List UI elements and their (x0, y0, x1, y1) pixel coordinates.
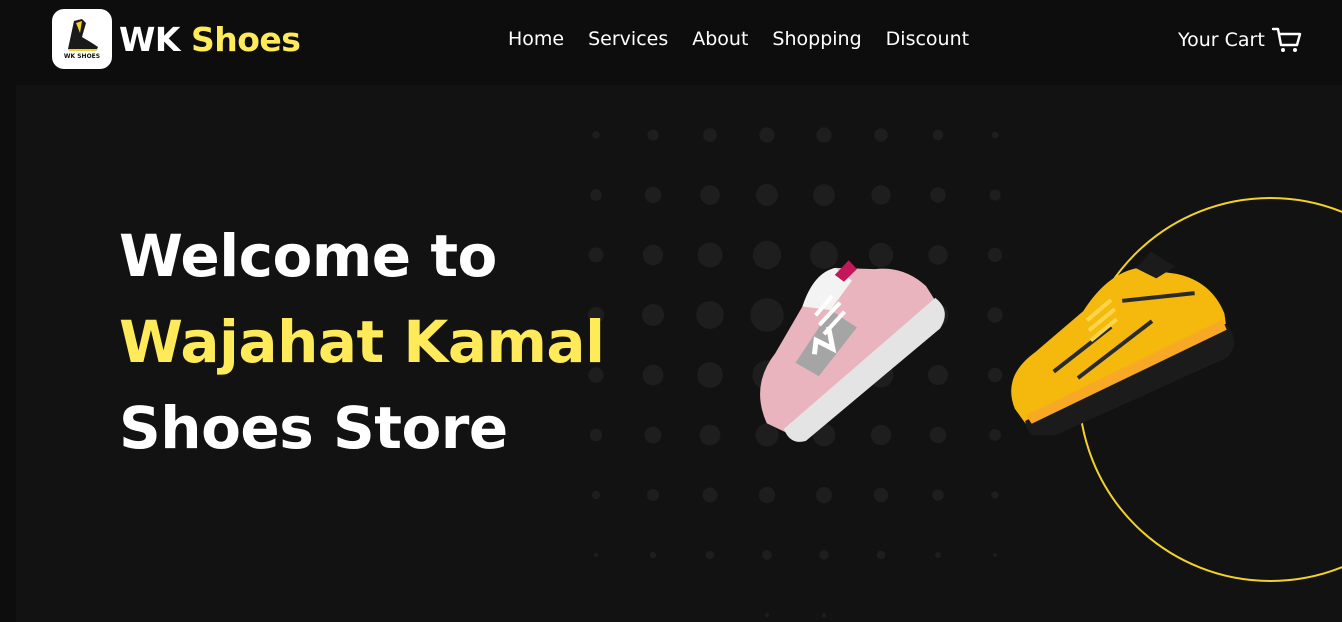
brand-name[interactable]: WK Shoes (119, 20, 301, 62)
navbar: WK SHOES WK Shoes Home Services About Sh… (0, 0, 1342, 84)
hero-line-3: Shoes Store (119, 394, 508, 462)
nav-discount[interactable]: Discount (886, 28, 969, 50)
hero-line-2: Wajahat Kamal (119, 308, 605, 376)
logo-caption: WK SHOES (63, 53, 101, 60)
pink-sneaker-image (760, 260, 945, 442)
shoe-logo-icon (68, 19, 98, 51)
nav-services[interactable]: Services (588, 28, 668, 50)
nav-shopping[interactable]: Shopping (772, 28, 861, 50)
brand-first: WK (119, 20, 180, 59)
nav-home[interactable]: Home (508, 28, 564, 50)
yellow-sneaker-image (1011, 251, 1235, 435)
hero-headline: Welcome to Wajahat Kamal Shoes Store (119, 213, 605, 471)
nav-about[interactable]: About (692, 28, 748, 50)
brand-second: Shoes (190, 20, 301, 59)
logo[interactable]: WK SHOES (52, 9, 112, 69)
hero-line-1: Welcome to (119, 222, 497, 290)
hero-section: Welcome to Wajahat Kamal Shoes Store (16, 85, 1342, 622)
cart-button[interactable]: Your Cart (1178, 24, 1303, 56)
shopping-cart-icon (1271, 27, 1301, 52)
cart-label: Your Cart (1178, 29, 1265, 51)
nav-links: Home Services About Shopping Discount (508, 28, 969, 50)
